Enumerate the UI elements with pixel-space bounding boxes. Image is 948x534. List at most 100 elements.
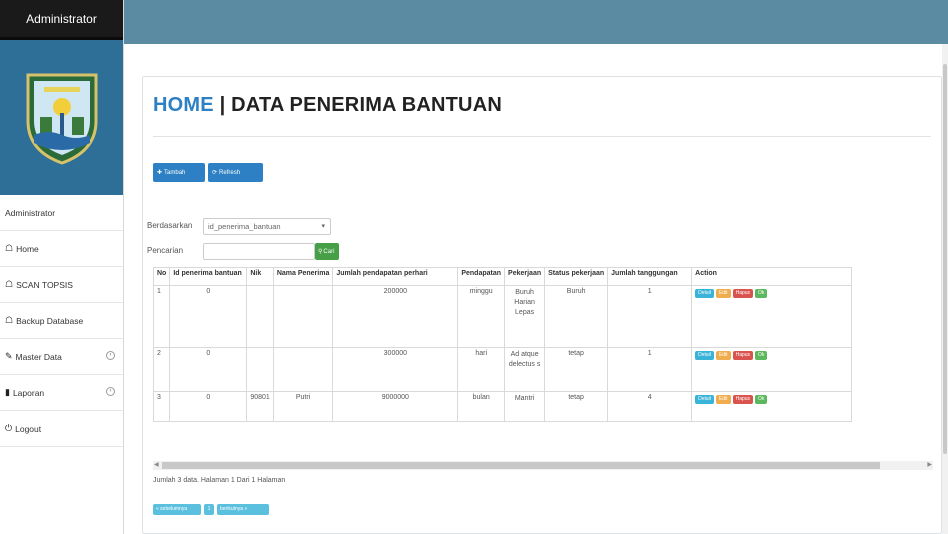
home-icon: ☖ — [5, 243, 14, 253]
ok-button[interactable]: Ok — [755, 351, 768, 360]
data-table-container: No Id penerima bantuan Nik Nama Penerima… — [153, 267, 933, 457]
col-tanggungan: Jumlah tanggungan — [607, 267, 693, 286]
table-row: 2 0 300000 hari Ad atque delectus s teta… — [153, 347, 853, 392]
cell-pendapatan: bulan — [457, 391, 506, 422]
cell-status: Buruh — [544, 285, 609, 348]
table-horizontal-scrollbar[interactable]: ◀ ▶ — [153, 461, 933, 470]
refresh-button[interactable]: ⟳ Refresh — [208, 163, 263, 182]
top-navbar — [124, 0, 948, 44]
cell-jumlah: 9000000 — [332, 391, 459, 422]
expand-icon[interactable]: ‹ — [106, 351, 115, 360]
search-input[interactable] — [203, 243, 315, 260]
file-icon: ▮ — [5, 387, 10, 397]
detail-button[interactable]: Detail — [695, 289, 714, 298]
content-panel: HOME | DATA PENERIMA BANTUAN ✚ Tambah ⟳ … — [142, 76, 942, 534]
sidebar-item-home[interactable]: ☖ Home — [0, 231, 123, 267]
expand-icon[interactable]: ‹ — [106, 387, 115, 396]
col-no: No — [153, 267, 171, 286]
col-jumlah: Jumlah pendapatan perhari — [332, 267, 459, 286]
divider — [153, 136, 931, 137]
edit-button[interactable]: Edit — [715, 395, 731, 404]
scrollbar-thumb[interactable] — [162, 462, 880, 469]
cell-id: 0 — [169, 347, 248, 392]
cell-actions: Detail Edit Hapus Ok — [691, 391, 853, 422]
tambah-button[interactable]: ✚ Tambah — [153, 163, 205, 182]
col-nama: Nama Penerima — [272, 267, 334, 286]
page-title: HOME | DATA PENERIMA BANTUAN — [153, 94, 502, 116]
table-row: 1 0 200000 minggu Buruh Harian Lepas Bur… — [153, 285, 853, 348]
hapus-button[interactable]: Hapus — [732, 351, 754, 360]
pagination-summary: Jumlah 3 data. Halaman 1 Dari 1 Halaman — [153, 477, 286, 484]
home-icon: ☖ — [5, 315, 14, 325]
col-pekerjaan: Pekerjaan — [504, 267, 546, 286]
sidebar: Administrator Administrator ☖ Home ☖ SCA… — [0, 0, 124, 534]
filter-by-label: Berdasarkan — [147, 221, 193, 230]
cell-no: 3 — [153, 391, 171, 422]
sidebar-item-logout[interactable]: ⏻ Logout — [0, 411, 123, 447]
cell-jumlah: 300000 — [332, 347, 459, 392]
edit-icon: ✎ — [5, 351, 13, 361]
cell-status: tetap — [544, 391, 609, 422]
col-id: Id penerima bantuan — [169, 267, 248, 286]
cell-nik — [246, 347, 274, 392]
scrollbar-thumb[interactable] — [943, 64, 947, 454]
sidebar-brand: Administrator — [0, 0, 123, 40]
scroll-right-arrow-icon[interactable]: ▶ — [927, 461, 932, 468]
cell-tanggungan: 1 — [607, 285, 693, 348]
cell-nik — [246, 285, 274, 348]
col-status: Status pekerjaan — [544, 267, 609, 286]
edit-button[interactable]: Edit — [715, 351, 731, 360]
search-button[interactable]: ⚲ Cari — [315, 243, 339, 260]
detail-button[interactable]: Detail — [695, 351, 714, 360]
edit-button[interactable]: Edit — [715, 289, 731, 298]
home-icon: ☖ — [5, 279, 14, 289]
sidebar-item-master-data[interactable]: ✎ Master Data ‹ — [0, 339, 123, 375]
table-row: 3 0 90801 Putri 9000000 bulan Mantri tet… — [153, 391, 853, 422]
data-table: No Id penerima bantuan Nik Nama Penerima… — [153, 267, 853, 422]
page-1-button[interactable]: 1 — [204, 504, 214, 515]
cell-pekerjaan: Ad atque delectus s — [504, 347, 546, 392]
next-page-button[interactable]: berikutnya » — [217, 504, 269, 515]
sidebar-item-scan-topsis[interactable]: ☖ SCAN TOPSIS — [0, 267, 123, 303]
refresh-icon: ⟳ — [212, 170, 218, 176]
cell-actions: Detail Edit Hapus Ok — [691, 285, 853, 348]
cell-pekerjaan: Buruh Harian Lepas — [504, 285, 546, 348]
logo-panel — [0, 40, 123, 195]
regency-emblem-logo — [26, 73, 97, 165]
page-vertical-scrollbar[interactable] — [942, 44, 948, 534]
cell-pendapatan: hari — [457, 347, 506, 392]
cell-nama: Putri — [272, 391, 334, 422]
cell-tanggungan: 1 — [607, 347, 693, 392]
cell-status: tetap — [544, 347, 609, 392]
search-label: Pencarian — [147, 246, 184, 255]
ok-button[interactable]: Ok — [755, 395, 768, 404]
cell-id: 0 — [169, 285, 248, 348]
ok-button[interactable]: Ok — [755, 289, 768, 298]
cell-no: 2 — [153, 347, 171, 392]
cell-jumlah: 200000 — [332, 285, 459, 348]
sidebar-item-backup-database[interactable]: ☖ Backup Database — [0, 303, 123, 339]
cell-tanggungan: 4 — [607, 391, 693, 422]
chevron-down-icon: ▾ — [321, 223, 325, 230]
filter-by-select[interactable]: id_penerima_bantuan ▾ — [203, 218, 331, 235]
table-header-row: No Id penerima bantuan Nik Nama Penerima… — [153, 267, 853, 286]
sidebar-user-label: Administrator — [0, 195, 123, 231]
cell-pekerjaan: Mantri — [504, 391, 546, 422]
power-icon: ⏻ — [5, 423, 13, 433]
cell-nama — [272, 285, 334, 348]
cell-pendapatan: minggu — [457, 285, 506, 348]
cell-actions: Detail Edit Hapus Ok — [691, 347, 853, 392]
scroll-left-arrow-icon[interactable]: ◀ — [154, 461, 159, 468]
cell-id: 0 — [169, 391, 248, 422]
hapus-button[interactable]: Hapus — [732, 395, 754, 404]
sidebar-item-laporan[interactable]: ▮ Laporan ‹ — [0, 375, 123, 411]
detail-button[interactable]: Detail — [695, 395, 714, 404]
col-pendapatan: Pendapatan — [457, 267, 506, 286]
search-icon: ⚲ — [318, 249, 323, 255]
hapus-button[interactable]: Hapus — [732, 289, 754, 298]
col-action: Action — [691, 267, 853, 286]
plus-icon: ✚ — [157, 170, 163, 176]
col-nik: Nik — [246, 267, 274, 286]
prev-page-button[interactable]: « sebelumnya — [153, 504, 201, 515]
cell-no: 1 — [153, 285, 171, 348]
